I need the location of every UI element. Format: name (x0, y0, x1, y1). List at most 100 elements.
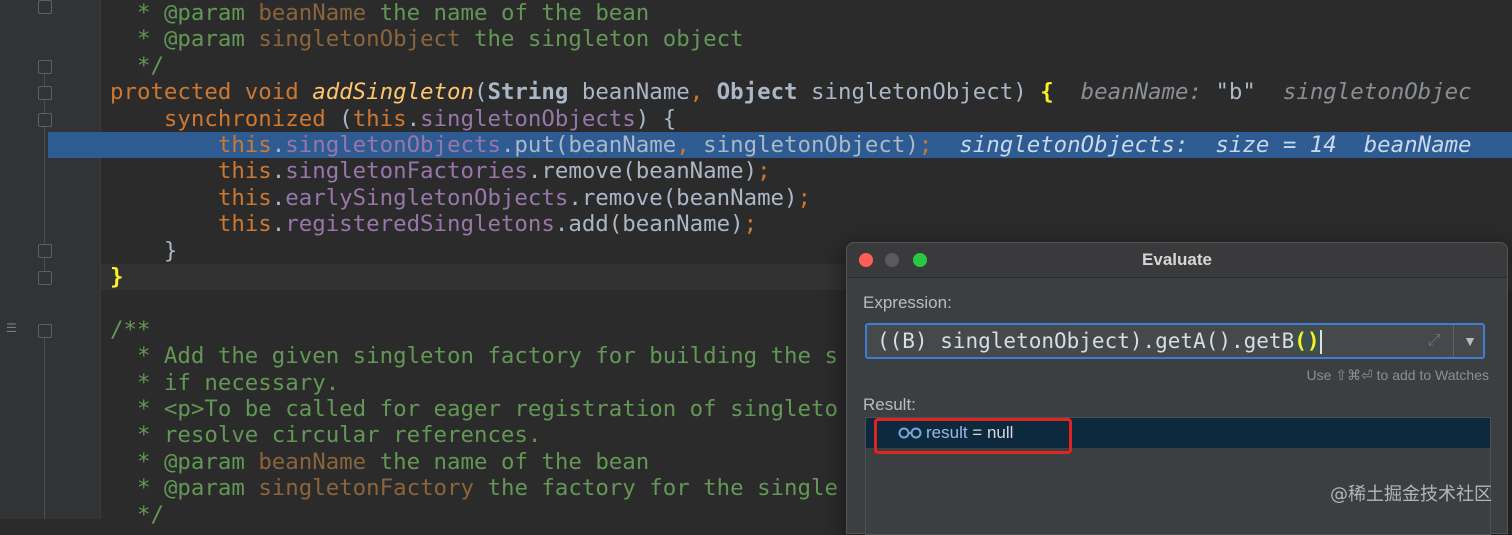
code-line-text: synchronized (this.singletonObjects) { (110, 106, 676, 132)
dropdown-separator (1453, 325, 1454, 357)
code-token: /** (110, 316, 151, 343)
history-dropdown-chevron-down-icon[interactable]: ▼ (1455, 325, 1485, 357)
code-line[interactable]: this.registeredSingletons.add(beanName); (0, 211, 1512, 237)
code-token: singletonObjects (420, 105, 636, 132)
code-token: the name of the bean (366, 0, 650, 26)
code-line-text: * resolve circular references. (110, 422, 541, 448)
watermark: @稀土掘金技术社区 (1330, 484, 1492, 505)
code-token: * if necessary. (136, 369, 340, 396)
text-caret (1319, 330, 1322, 354)
code-line[interactable]: * @param beanName the name of the bean (0, 0, 1512, 26)
code-token: * (136, 448, 164, 475)
code-token: this (352, 105, 407, 132)
dialog-titlebar[interactable]: Evaluate (847, 243, 1507, 278)
code-token: this (217, 211, 272, 238)
code-token: earlySingletonObjects (285, 184, 569, 211)
execution-point-line[interactable]: this.singletonObjects.put(beanName, sing… (48, 132, 1512, 159)
code-token: . (271, 184, 286, 211)
code-token: singletonObjec (1255, 79, 1472, 106)
code-token: addSingleton (312, 79, 474, 106)
dialog-title: Evaluate (1142, 250, 1212, 269)
code-line-text: * @param singletonFactory the factory fo… (110, 475, 838, 501)
code-token: singletonObjects (285, 132, 501, 158)
code-token: @param (163, 475, 259, 502)
code-line-text: * <p>To be called for eager registration… (110, 396, 838, 422)
code-line-text: * @param beanName the name of the bean (110, 449, 649, 475)
code-token: beanName: (1053, 79, 1216, 106)
code-line-text: * if necessary. (110, 370, 339, 396)
code-line-text: */ (110, 53, 164, 79)
code-token: ) { (635, 105, 677, 132)
code-token: .add(beanName) (554, 211, 744, 238)
result-label: Result: (863, 395, 916, 414)
code-line-text: * @param singletonObject the singleton o… (110, 26, 744, 52)
code-token: */ (136, 52, 164, 79)
code-token: singletonFactory (258, 475, 474, 502)
code-token: * (136, 26, 164, 53)
code-token: . (271, 158, 286, 185)
code-line-text: /** (110, 317, 150, 343)
code-token: @param (163, 0, 259, 26)
code-line[interactable]: this.earlySingletonObjects.remove(beanNa… (0, 185, 1512, 211)
expression-label: Expression: (863, 293, 952, 312)
code-line[interactable]: */ (0, 53, 1512, 79)
code-token: * <p>To be called for eager registration… (136, 396, 838, 422)
matched-paren: () (1294, 329, 1320, 353)
code-line-text: this.registeredSingletons.add(beanName); (110, 211, 757, 237)
add-to-watches-hint: Use ⇧⌘⏎ to add to Watches (1306, 367, 1489, 383)
code-token: singletonObjects: size = 14 beanName (932, 132, 1472, 158)
code-token: this (217, 184, 272, 211)
code-token: ; (757, 158, 771, 185)
code-token: beanName (258, 0, 367, 26)
code-token: ( (473, 79, 488, 106)
code-line[interactable]: this.singletonFactories.remove(beanName)… (0, 158, 1512, 184)
code-line-text: * @param beanName the name of the bean (110, 0, 649, 26)
code-line-text: this.earlySingletonObjects.remove(beanNa… (110, 185, 811, 211)
code-token: . (406, 105, 421, 132)
expression-input[interactable]: ((B) singletonObject).getA().getB() ⤢ ▼ (865, 323, 1485, 359)
code-token: { (1040, 79, 1054, 106)
code-token: ; (797, 184, 811, 211)
code-token: singletonObject) (703, 132, 919, 158)
code-token: @param (163, 26, 259, 53)
code-token: .remove(beanName) (568, 184, 798, 211)
code-line-text: this.singletonFactories.remove(beanName)… (110, 158, 771, 184)
code-line[interactable]: * @param singletonObject the singleton o… (0, 26, 1512, 52)
code-token: . (271, 132, 286, 158)
code-token: ; (743, 211, 758, 238)
code-token: ( (339, 105, 353, 132)
code-line[interactable]: synchronized (this.singletonObjects) { (0, 106, 1512, 132)
expression-text[interactable]: ((B) singletonObject).getA().getB() (877, 325, 1322, 357)
code-token: this (217, 158, 272, 185)
code-line-text: * Add the given singleton factory for bu… (110, 343, 838, 369)
code-token: "b" (1215, 79, 1256, 106)
code-token: the singleton object (460, 26, 744, 53)
expand-editor-icon[interactable]: ⤢ (1423, 329, 1445, 353)
code-token: , (676, 132, 704, 158)
code-token: this (217, 132, 272, 158)
code-line-text: } (110, 264, 123, 290)
code-line-text: this.singletonObjects.put(beanName, sing… (110, 132, 1472, 158)
code-line[interactable]: protected void addSingleton(String beanN… (0, 79, 1512, 105)
code-token: singletonFactories (285, 158, 528, 185)
code-token: . (271, 211, 286, 238)
code-token: @param (163, 448, 259, 475)
code-token: * (136, 0, 164, 26)
code-token: protected void (110, 79, 313, 106)
code-token: ; (918, 132, 933, 158)
code-token: registeredSingletons (285, 211, 555, 238)
code-token: * resolve circular references. (136, 422, 542, 449)
